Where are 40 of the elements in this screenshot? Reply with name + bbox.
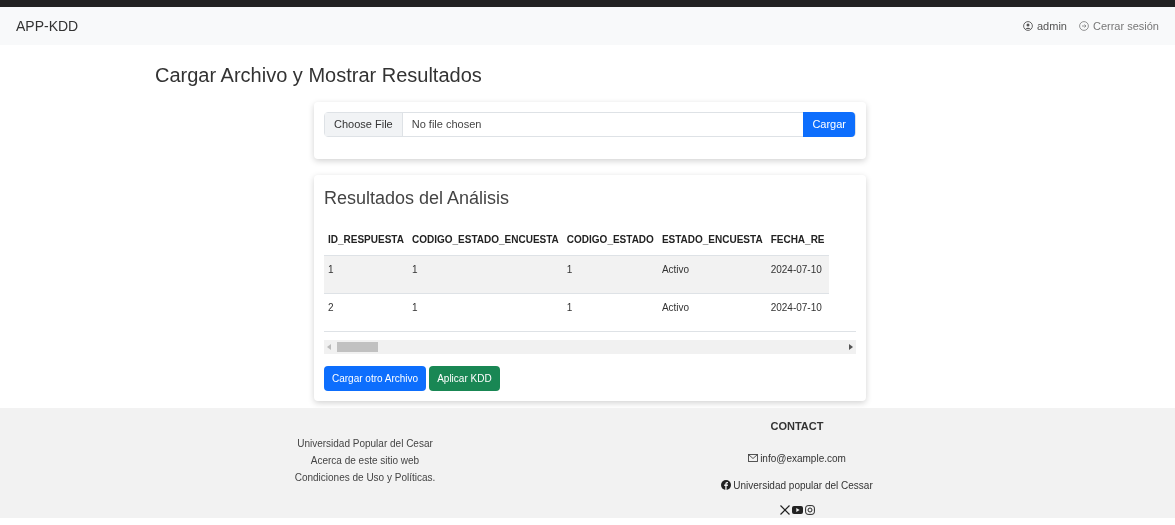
column-header: ID_RESPUESTA — [324, 224, 408, 256]
camera-icon[interactable] — [804, 504, 815, 515]
scroll-thumb[interactable] — [337, 342, 378, 352]
table-cell: 1 — [562, 293, 658, 331]
user-icon — [1023, 21, 1033, 31]
table-cell: 2024-07-10 — [766, 255, 829, 294]
action-button[interactable]: Aplicar KDD — [429, 366, 500, 391]
table-cell: 2 — [324, 293, 408, 331]
upload-button[interactable]: Cargar — [803, 112, 855, 137]
facebook-link[interactable]: Universidad popular del Cessar — [721, 477, 873, 493]
table-cell: 1 — [324, 255, 408, 294]
table-cell: 1 — [407, 255, 563, 294]
footer-link[interactable]: Acerca de este sitio web — [310, 453, 420, 468]
action-button[interactable]: Cargar otro Archivo — [324, 366, 427, 391]
table-cell: Activo — [657, 255, 767, 294]
file-input[interactable]: Choose File No file chosen Cargar — [324, 112, 856, 137]
footer-link[interactable]: Condiciones de Uso y Políticas. — [294, 470, 436, 485]
logout-link[interactable]: Cerrar sesión — [1078, 17, 1159, 35]
scroll-right-icon[interactable] — [849, 344, 853, 350]
user-link[interactable]: admin — [1023, 17, 1067, 35]
horizontal-scrollbar[interactable] — [324, 340, 856, 354]
column-header: CODIGO_ESTADO_ENCUESTA — [407, 224, 563, 256]
email-link[interactable]: info@example.com — [748, 450, 846, 466]
page-title: Cargar Archivo y Mostrar Resultados — [155, 63, 483, 88]
footer-link[interactable]: Universidad Popular del Cesar — [297, 436, 433, 451]
brand-link[interactable]: APP-KDD — [16, 15, 79, 37]
column-header: CODIGO_ESTADO — [562, 224, 658, 256]
table-cell: 1 — [562, 255, 658, 294]
video-play-icon[interactable] — [791, 505, 803, 514]
column-header: ESTADO_ENCUESTA — [657, 224, 767, 256]
facebook-icon — [721, 480, 732, 490]
results-title: Resultados del Análisis — [324, 187, 511, 210]
logout-icon — [1078, 21, 1089, 31]
table-cell: 2024-07-10 — [766, 293, 829, 331]
envelope-icon — [748, 454, 759, 462]
column-header: FECHA_RE — [766, 224, 829, 256]
table-cell: 1 — [407, 293, 563, 331]
table-cell: Activo — [657, 293, 767, 331]
contact-title: CONTACT — [770, 419, 824, 434]
x-logo-icon[interactable] — [779, 504, 790, 515]
